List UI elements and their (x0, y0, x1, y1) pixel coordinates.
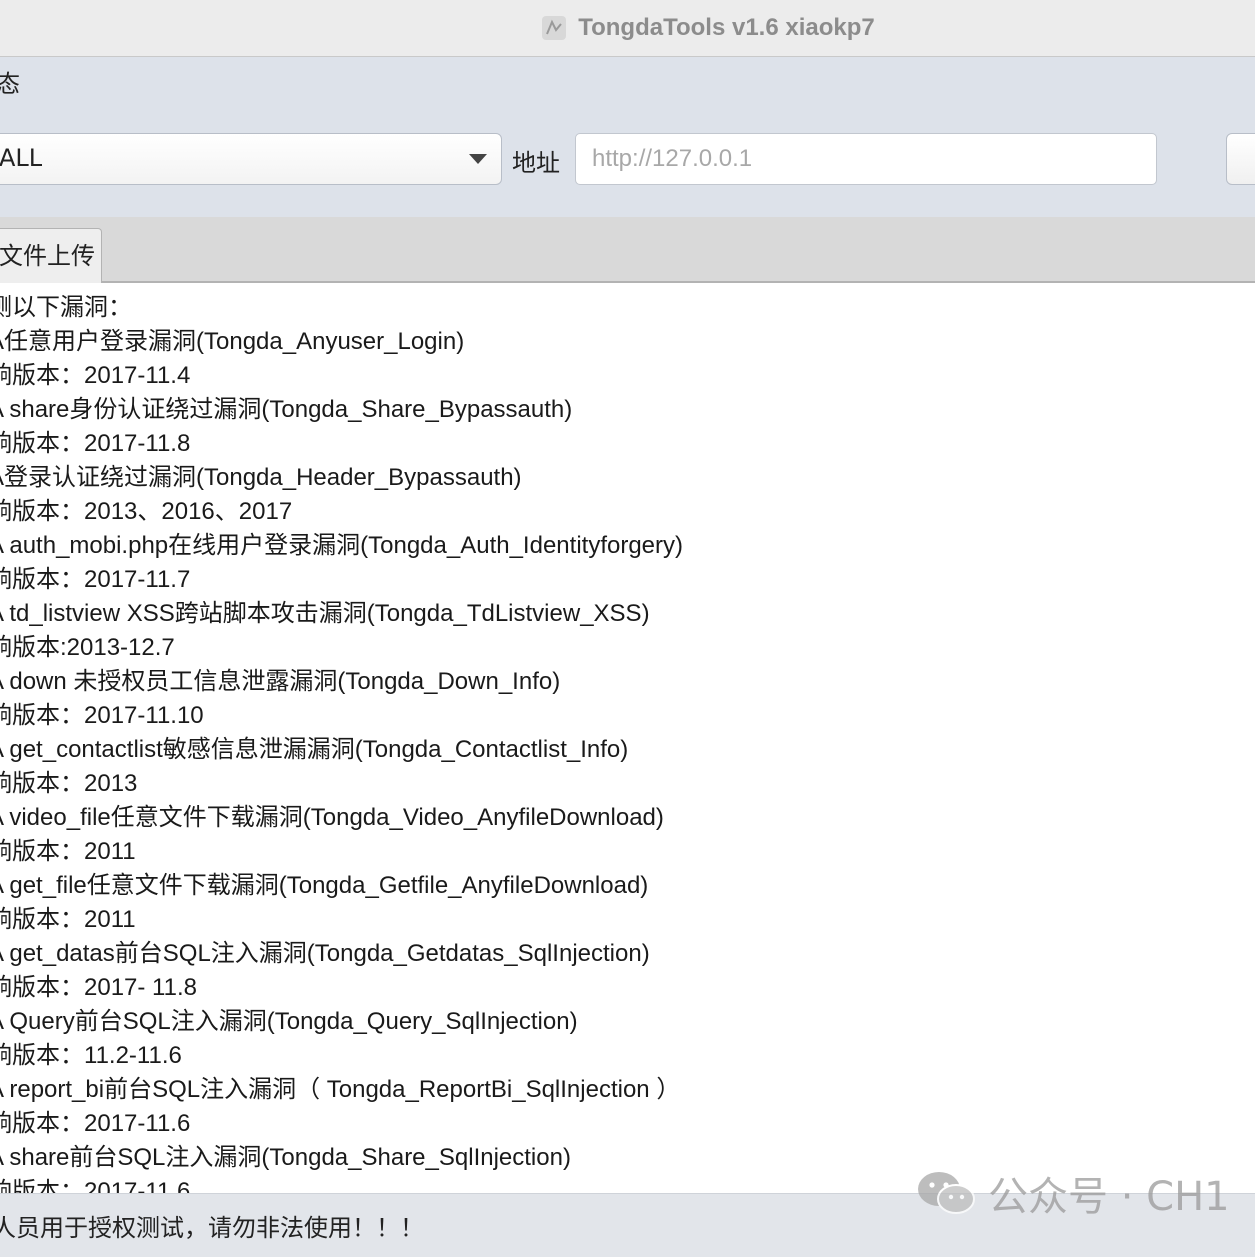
status-label: 态 (0, 70, 20, 98)
output-line: A down 未授权员工信息泄露漏洞(Tongda_Down_Info) (0, 668, 561, 695)
output-line: 响版本：2017-11.4 (0, 362, 191, 389)
watermark: 公众号 · CH1 (916, 1168, 1230, 1220)
output-line: 响版本:2013-12.7 (0, 634, 175, 661)
output-line: A get_datas前台SQL注入漏洞(Tongda_Getdatas_Sql… (0, 940, 650, 967)
output-line: 响版本：2017-11.10 (0, 702, 204, 729)
detect-button[interactable] (1226, 133, 1255, 185)
output-line: 响版本：11.2-11.6 (0, 1042, 182, 1069)
vuln-select-value: ALL (0, 144, 43, 172)
output-line: A share前台SQL注入漏洞(Tongda_Share_SqlInjecti… (0, 1144, 571, 1171)
output-line: A video_file任意文件下载漏洞(Tongda_Video_Anyfil… (0, 804, 664, 831)
output-line: A share身份认证绕过漏洞(Tongda_Share_Bypassauth) (0, 396, 573, 423)
output-line: A td_listview XSS跨站脚本攻击漏洞(Tongda_TdListv… (0, 600, 650, 627)
output-line: A Query前台SQL注入漏洞(Tongda_Query_SqlInjecti… (0, 1008, 578, 1035)
output-line: A任意用户登录漏洞(Tongda_Anyuser_Login) (0, 328, 465, 355)
address-input[interactable] (575, 133, 1157, 185)
output-line: A report_bi前台SQL注入漏洞（ Tongda_ReportBi_Sq… (0, 1076, 681, 1103)
output-line: 响版本：2017-11.6 (0, 1178, 191, 1193)
output-textarea[interactable]: 测以下漏洞： A任意用户登录漏洞(Tongda_Anyuser_Login) 响版本… (0, 285, 1255, 1193)
chevron-down-icon[interactable] (469, 154, 487, 164)
output-line: A get_contactlist敏感信息泄漏漏洞(Tongda_Contact… (0, 736, 629, 763)
output-line: 响版本：2013 (0, 770, 138, 797)
address-label: 地址 (512, 149, 560, 177)
tab-file-upload[interactable]: 文件上传 (0, 228, 102, 283)
window-title: TongdaTools v1.6 xiaokp7 (578, 14, 875, 41)
output-line: 响版本：2017- 11.8 (0, 974, 197, 1001)
output-line: A auth_mobi.php在线用户登录漏洞(Tongda_Auth_Iden… (0, 532, 684, 559)
watermark-text: 公众号 · CH1 (988, 1174, 1230, 1220)
output-line: A get_file任意文件下载漏洞(Tongda_Getfile_Anyfil… (0, 872, 649, 899)
output-line: 响版本：2017-11.8 (0, 430, 191, 457)
output-line: 测以下漏洞： (0, 294, 132, 321)
vuln-select[interactable]: ALL (0, 133, 502, 185)
output-line: 响版本：2013、2016、2017 (0, 498, 293, 525)
output-line: 响版本：2017-11.7 (0, 566, 191, 593)
output-line: 响版本：2011 (0, 906, 136, 933)
tab-bar: 文件上传 (0, 217, 1255, 283)
footer-notice: 人员用于授权测试，请勿非法使用！！！ (0, 1214, 424, 1242)
output-line: A登录认证绕过漏洞(Tongda_Header_Bypassauth) (0, 464, 522, 491)
output-line: 响版本：2011 (0, 838, 136, 865)
window-titlebar: TongdaTools v1.6 xiaokp7 (0, 0, 1255, 57)
app-icon (540, 14, 568, 42)
wechat-icon (918, 1172, 975, 1214)
output-line: 响版本：2017-11.6 (0, 1110, 191, 1137)
